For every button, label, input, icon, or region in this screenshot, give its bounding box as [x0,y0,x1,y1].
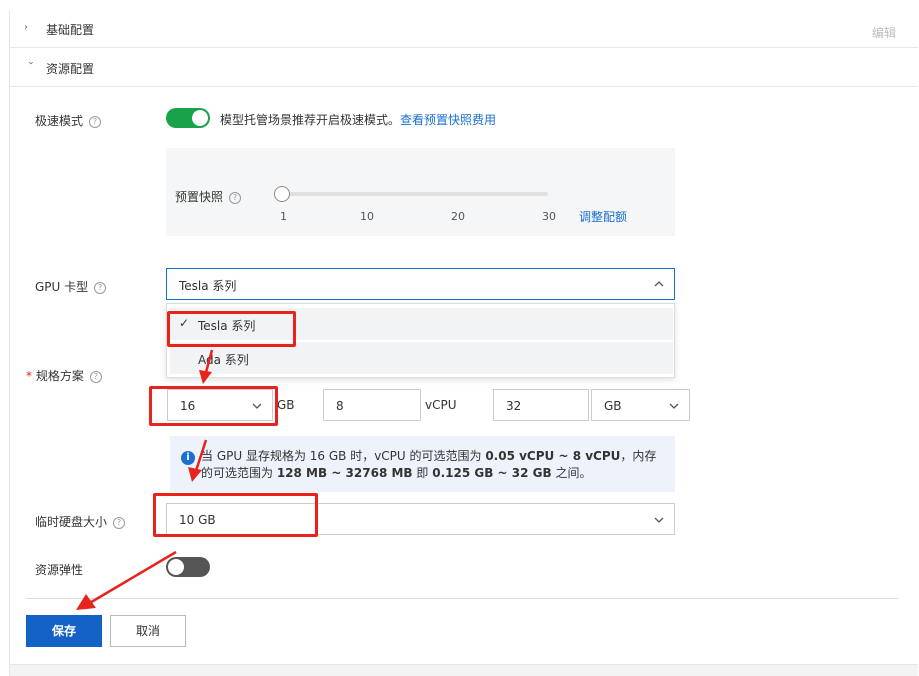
annotation-arrow-2 [188,439,208,482]
annotation-arrow-1 [199,349,214,384]
annotation-arrow-3 [76,550,177,610]
annotation-arrows [76,349,214,610]
